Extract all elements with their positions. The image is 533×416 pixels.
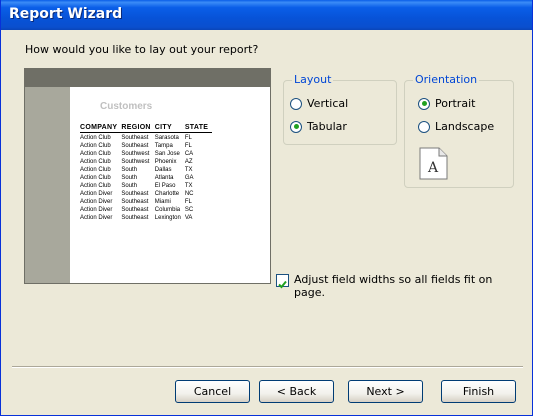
- preview-table: COMPANY REGION CITY STATE Action Club Southe…: [80, 124, 213, 221]
- preview-cell: Southwest: [121, 151, 150, 157]
- preview-column-header: COMPANY: [80, 124, 122, 133]
- preview-cell: Action Club: [80, 159, 111, 165]
- adjust-widths-checkbox[interactable]: [276, 274, 289, 289]
- adjust-widths-label[interactable]: Adjust field widths so all fields fit on…: [294, 273, 494, 299]
- preview-cell: Action Diver: [80, 215, 113, 221]
- preview-cell: Sarasota: [154, 135, 179, 141]
- portrait-label: Portrait: [435, 97, 476, 110]
- layout-vertical-option[interactable]: Vertical: [290, 97, 348, 110]
- preview-cell: Action Club: [80, 151, 111, 157]
- preview-cell: Southeast: [121, 143, 149, 149]
- preview-column-header: CITY: [154, 124, 185, 133]
- preview-cell: TX: [184, 183, 193, 189]
- vertical-radio[interactable]: [290, 97, 302, 110]
- preview-cell: Action Diver: [80, 199, 113, 205]
- preview-row: Action Club South Dallas TX: [80, 165, 212, 173]
- preview-cell: Action Club: [80, 175, 111, 181]
- preview-cell: Tampa: [154, 143, 173, 149]
- preview-page: Customers COMPANY REGION CITY STATE Action …: [70, 87, 270, 283]
- preview-cell: CA: [184, 151, 194, 157]
- preview-cell: Southwest: [121, 159, 150, 165]
- tabular-label: Tabular: [307, 120, 347, 133]
- window-title: Report Wizard: [9, 6, 123, 22]
- preview-row: Action Club South Atlanta GA: [80, 173, 212, 181]
- preview-cell: FL: [184, 143, 192, 149]
- next-button[interactable]: Next >: [348, 380, 423, 403]
- landscape-radio[interactable]: [418, 120, 430, 133]
- selected-dot: [421, 101, 427, 106]
- preview-cell: South: [121, 183, 138, 189]
- preview-cell: SC: [184, 207, 194, 213]
- page-icon-letter: A: [427, 160, 439, 176]
- preview-row: Action Club South El Paso TX: [80, 181, 212, 189]
- preview-cell: Action Club: [80, 143, 111, 149]
- preview-cell: AZ: [184, 159, 193, 165]
- preview-cell: Action Diver: [80, 207, 113, 213]
- preview-cell: Lexington: [154, 215, 181, 221]
- tabular-radio[interactable]: [290, 120, 302, 133]
- finish-button[interactable]: Finish: [441, 380, 516, 403]
- preview-cell: FL: [184, 135, 192, 141]
- preview-cell: South: [121, 167, 138, 173]
- preview-cell: Action Diver: [80, 191, 113, 197]
- preview-row: Action Diver Southeast Charlotte NC: [80, 189, 212, 197]
- preview-row: Action Club Southwest San Jose CA: [80, 149, 212, 157]
- preview-cell: Action Club: [80, 167, 111, 173]
- preview-cell: VA: [184, 215, 193, 221]
- preview-cell: Charlotte: [154, 191, 180, 197]
- preview-header-band: [25, 69, 270, 87]
- preview-row: Action Diver Southeast Lexington VA: [80, 213, 212, 221]
- portrait-radio[interactable]: [418, 97, 430, 110]
- preview-row: Action Diver Southeast Columbia SC: [80, 205, 212, 213]
- preview-cell: San Jose: [154, 151, 180, 157]
- preview-row: Action Club Southeast Tampa FL: [80, 141, 212, 149]
- checkmark-icon: [278, 280, 287, 289]
- preview-cell: FL: [184, 199, 192, 205]
- preview-row: Action Club Southwest Phoenix AZ: [80, 157, 212, 165]
- cancel-button[interactable]: Cancel: [175, 380, 250, 403]
- preview-cell: GA: [184, 175, 194, 181]
- portrait-page-icon: A: [419, 147, 448, 180]
- orientation-group-label: Orientation: [413, 73, 480, 86]
- landscape-label: Landscape: [435, 120, 495, 133]
- preview-row: Action Diver Southeast Miami FL: [80, 197, 212, 205]
- preview-row: Action Club Southeast Sarasota FL: [80, 133, 212, 141]
- preview-cell: Southeast: [121, 215, 149, 221]
- preview-cell: Southeast: [121, 207, 149, 213]
- preview-cell: TX: [184, 167, 193, 173]
- preview-cell: Miami: [154, 199, 171, 205]
- title-bar[interactable]: Report Wizard: [1, 0, 532, 30]
- layout-question: How would you like to lay out your repor…: [25, 43, 259, 56]
- layout-tabular-option[interactable]: Tabular: [290, 120, 347, 133]
- report-wizard-window: Report Wizard How would you like to lay …: [0, 0, 533, 416]
- preview-cell: Southeast: [121, 191, 149, 197]
- layout-group: Layout: [283, 73, 397, 145]
- button-separator: [12, 366, 523, 368]
- back-button[interactable]: < Back: [259, 380, 334, 403]
- preview-cell: South: [121, 175, 138, 181]
- layout-preview: Customers COMPANY REGION CITY STATE Action …: [24, 68, 271, 284]
- preview-cell: Atlanta: [154, 175, 174, 181]
- preview-column-header: STATE: [184, 124, 213, 133]
- preview-cell: NC: [184, 191, 194, 197]
- preview-cell: Phoenix: [154, 159, 177, 165]
- preview-title: Customers: [100, 101, 153, 112]
- preview-cell: Action Club: [80, 183, 111, 189]
- orientation-landscape-option[interactable]: Landscape: [418, 120, 494, 133]
- preview-column-header: REGION: [121, 124, 155, 133]
- preview-cell: Dallas: [154, 167, 172, 173]
- preview-cell: Southeast: [121, 135, 149, 141]
- preview-cell: Southeast: [121, 199, 149, 205]
- preview-cell: Action Club: [80, 135, 111, 141]
- layout-group-label: Layout: [292, 73, 334, 86]
- preview-cell: Columbia: [154, 207, 181, 213]
- vertical-label: Vertical: [307, 97, 349, 110]
- orientation-portrait-option[interactable]: Portrait: [418, 97, 475, 110]
- preview-cell: El Paso: [154, 183, 176, 189]
- selected-dot: [293, 124, 299, 129]
